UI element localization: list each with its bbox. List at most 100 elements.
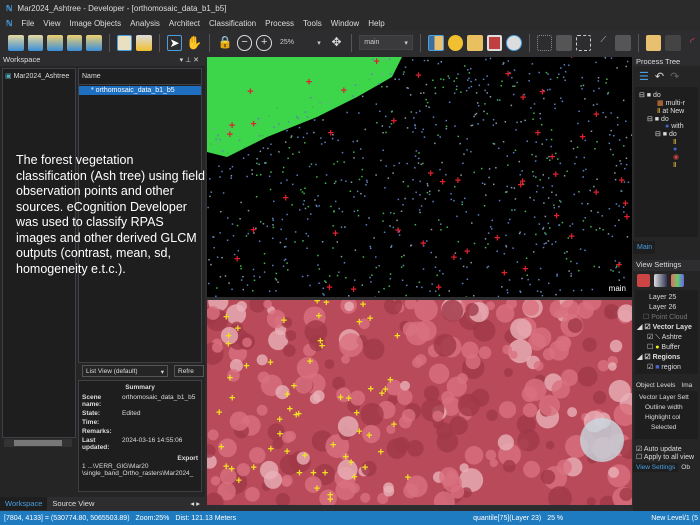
right-panel: Process Tree ☰ ↶ ↷ ⊟ ■ do ▦ multi-r Ⅱ at… [633, 55, 700, 511]
project-node[interactable]: ▣ Mar2024_Ashtree [5, 72, 73, 80]
redo-icon[interactable]: ↷ [670, 70, 679, 83]
save-icon[interactable] [67, 35, 83, 51]
rgb-image-view[interactable]: ++++++++++++++++++++++++++++++++++++++++… [207, 300, 632, 505]
class-pixel [436, 274, 438, 276]
column-header-name[interactable]: Name [79, 69, 201, 85]
tab-object-levels[interactable]: Object Levels [636, 382, 675, 389]
add-layer-icon[interactable] [637, 274, 650, 287]
setting-item[interactable]: Vector Layer Sett [635, 393, 698, 403]
setting-item[interactable]: Selected [635, 423, 698, 433]
menu-architect[interactable]: Architect [169, 19, 200, 28]
tab-view-settings[interactable]: View Settings [633, 463, 678, 472]
menu-tools[interactable]: Tools [303, 19, 322, 28]
auto-update-checkbox[interactable]: ☑ Auto update [633, 445, 700, 453]
setting-item[interactable]: Highlight col [635, 413, 698, 423]
class-hierarchy-icon[interactable] [467, 35, 483, 51]
apply-all-checkbox[interactable]: ☐ Apply to all view [633, 453, 700, 461]
open-project-icon[interactable] [28, 35, 44, 51]
classify-icon[interactable] [448, 35, 464, 51]
scene-row[interactable]: * orthomosaic_data_b1_b5 [79, 86, 201, 95]
class-pixel [389, 225, 391, 227]
class-pixel [207, 207, 209, 209]
layer-item[interactable]: Layer 26 [635, 303, 698, 313]
layers-icon[interactable] [117, 35, 133, 51]
zoom-combo[interactable]: 25%▾ [276, 35, 325, 50]
add-data-icon[interactable] [47, 35, 63, 51]
point-cloud-item[interactable]: ☐ Point Cloud [635, 313, 698, 323]
pan-hand-icon[interactable]: ✋ [186, 35, 202, 51]
tab-other[interactable]: Ob [678, 463, 693, 472]
feature-view-icon[interactable] [487, 35, 503, 51]
menu-file[interactable]: File [21, 19, 34, 28]
class-pixel [228, 282, 230, 284]
class-pixel [466, 90, 468, 92]
class-pixel [435, 124, 437, 126]
menu-view[interactable]: View [43, 19, 60, 28]
layer-item[interactable]: Layer 25 [635, 293, 698, 303]
panel-controls[interactable]: ▾ ⊥ ✕ [180, 56, 199, 64]
field-point-marker: + [350, 284, 356, 296]
tree-crown [473, 319, 495, 341]
tab-source-view[interactable]: Source View [47, 497, 99, 510]
image-layer-combo[interactable]: main▾ [359, 35, 413, 50]
menu-process[interactable]: Process [265, 19, 294, 28]
menu-analysis[interactable]: Analysis [130, 19, 160, 28]
grayscale-icon[interactable] [654, 274, 667, 287]
classification-view[interactable]: ++++++++++++++++++++++++++++++++++++++++… [207, 57, 632, 297]
class-pixel [440, 78, 442, 80]
region-item[interactable]: ☑ ■ region [635, 363, 698, 373]
manual-edit-icon[interactable] [615, 35, 631, 51]
new-project-icon[interactable] [8, 35, 24, 51]
tree-node[interactable]: ● with [635, 123, 698, 130]
zoom-out-icon[interactable]: − [237, 35, 253, 51]
class-pixel [275, 290, 277, 292]
tree-node[interactable]: ⊟ ■ do [635, 130, 698, 138]
buffer-point-marker: + [277, 428, 283, 440]
setting-item[interactable]: Outline width [635, 403, 698, 413]
tab-image[interactable]: Ima [681, 382, 692, 389]
lock-icon[interactable]: 🔒 [217, 35, 233, 51]
class-pixel [446, 120, 448, 122]
class-pixel [566, 251, 568, 253]
horizontal-scrollbar[interactable] [4, 439, 72, 447]
list-view-combo[interactable]: List View (default)▾ [82, 365, 168, 377]
vector-layer-item[interactable]: ◢ ☑ Vector Laye [635, 323, 698, 333]
refresh-button[interactable]: Refre [174, 365, 204, 377]
class-pixel [272, 218, 274, 220]
tab-scroll-arrows[interactable]: ◂ ▸ [185, 497, 205, 510]
regions-item[interactable]: ◢ ☑ Regions [635, 353, 698, 363]
class-pixel [470, 81, 472, 83]
tree-node[interactable]: ⊟ ■ do [635, 91, 698, 99]
class-pixel [506, 186, 508, 188]
ashtree-item[interactable]: ☑ ⟍ Ashtre [635, 333, 698, 343]
objects-icon[interactable] [136, 35, 152, 51]
tree-node[interactable]: Ⅱ at New [635, 107, 698, 115]
process-tree-icon[interactable]: ☰ [639, 70, 649, 83]
menu-image-objects[interactable]: Image Objects [70, 19, 122, 28]
menu-classification[interactable]: Classification [209, 19, 256, 28]
delete-objects-icon[interactable] [556, 35, 572, 51]
pointer-icon[interactable]: ➤ [167, 35, 183, 51]
export-results-icon[interactable] [646, 35, 662, 51]
menu-window[interactable]: Window [331, 19, 359, 28]
tools-icon[interactable]: ◜ [685, 35, 700, 51]
menu-help[interactable]: Help [368, 19, 384, 28]
color-mode-icon[interactable] [671, 274, 684, 287]
class-pixel [304, 142, 306, 144]
export-icon[interactable] [86, 35, 102, 51]
undo-icon[interactable]: ↶ [655, 70, 664, 83]
zoom-in-icon[interactable]: + [256, 35, 272, 51]
buffer-item[interactable]: ☐ ● Buffer [635, 343, 698, 353]
single-view-icon[interactable] [428, 35, 444, 51]
tab-main[interactable]: Main [633, 241, 655, 254]
tree-node[interactable]: ▦ multi-r [635, 99, 698, 107]
tree-node[interactable]: ⊟ ■ do [635, 115, 698, 123]
sample-icon[interactable] [506, 35, 522, 51]
tab-workspace[interactable]: Workspace [0, 497, 47, 510]
select-region-icon[interactable] [576, 35, 592, 51]
center-icon[interactable]: ✥ [329, 35, 345, 51]
vertex-icon[interactable]: ⟋ [595, 35, 611, 51]
class-pixel [244, 147, 246, 149]
grid-icon[interactable] [537, 35, 553, 51]
class-pixel [291, 204, 293, 206]
